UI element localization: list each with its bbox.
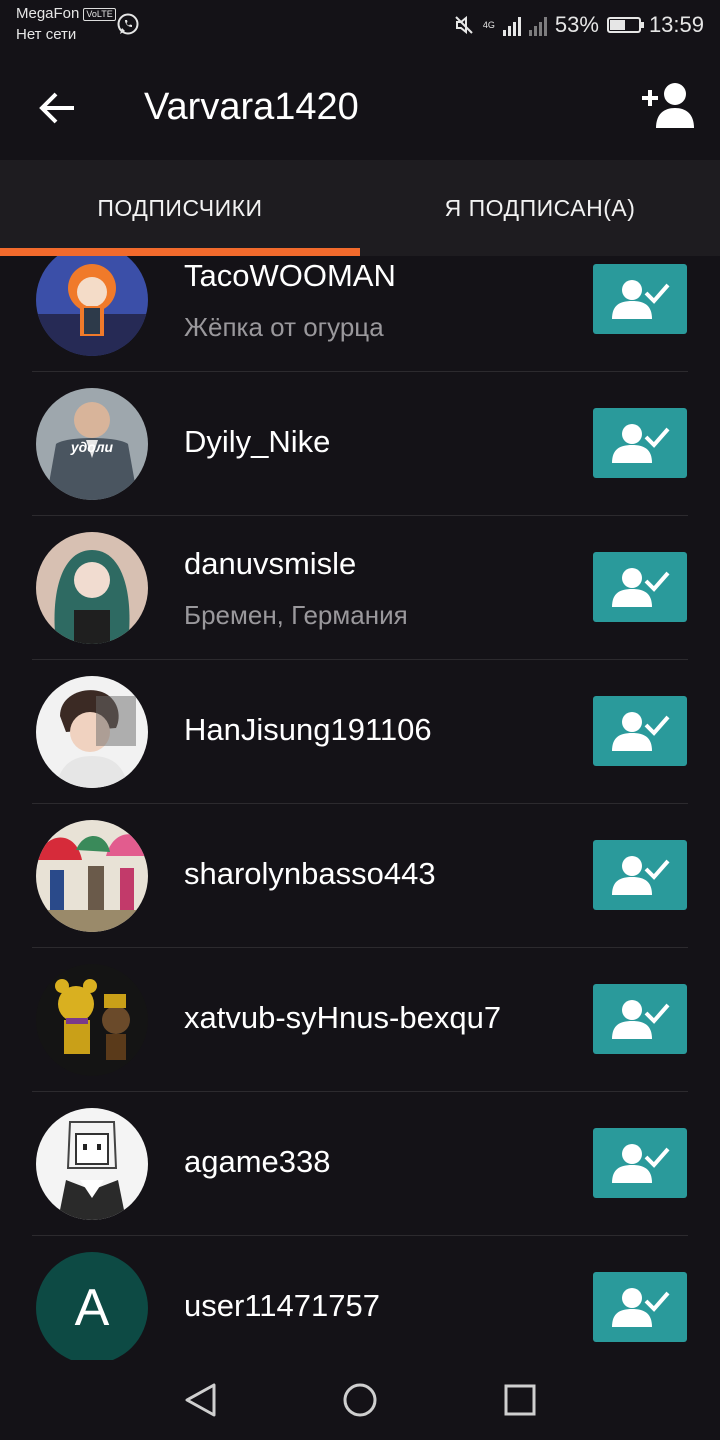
network-status: Нет сети: [16, 26, 77, 43]
following-button[interactable]: [593, 840, 687, 910]
username: Dyily_Nike: [184, 424, 331, 459]
username: agame338: [184, 1144, 331, 1179]
volte-badge: VoLTE: [83, 7, 116, 21]
user-check-icon: [612, 280, 670, 319]
avatar-image-anime-girl: [36, 256, 148, 356]
user-check-icon: [612, 568, 670, 607]
list-item[interactable]: TacoWOOMAN Жёпка от огурца: [0, 256, 720, 372]
active-tab-indicator: [0, 248, 360, 256]
list-item[interactable]: sharolynbasso443: [0, 804, 720, 948]
following-button[interactable]: [593, 264, 687, 334]
tab-following[interactable]: Я ПОДПИСАН(А): [360, 160, 720, 256]
clock: 13:59: [648, 12, 704, 37]
avatar: [36, 532, 148, 644]
list-item[interactable]: HanJisung191106: [0, 660, 720, 804]
tab-bar: ПОДПИСЧИКИ Я ПОДПИСАН(А): [0, 160, 720, 256]
username: danuvsmisle: [184, 546, 357, 581]
page-title: Varvara1420: [144, 86, 359, 128]
avatar: [36, 676, 148, 788]
username: xatvub-syHnus-bexqu7: [184, 1000, 502, 1035]
following-button[interactable]: [593, 408, 687, 478]
signal-1-icon: [502, 14, 521, 36]
list-item[interactable]: agame338: [0, 1092, 720, 1236]
avatar-image-sketch-character: [36, 1108, 148, 1220]
following-button[interactable]: [593, 552, 687, 622]
avatar: [36, 964, 148, 1076]
list-item[interactable]: xatvub-syHnus-bexqu7: [0, 948, 720, 1092]
user-subtitle: Бремен, Германия: [184, 600, 408, 630]
user-check-icon: [612, 1000, 670, 1039]
avatar-image-man-in-suit: удоли: [36, 388, 148, 500]
username: TacoWOOMAN: [184, 258, 396, 293]
user-check-icon: [612, 1144, 670, 1183]
net-type-label: 4G: [482, 19, 495, 30]
whatsapp-icon: [117, 13, 139, 35]
nav-recent-apps-icon[interactable]: [504, 1384, 536, 1416]
avatar: [36, 1108, 148, 1220]
avatar-caption: удоли: [70, 439, 114, 455]
status-bar: MegaFon VoLTE Нет сети 4G 53% 13:59: [0, 0, 720, 56]
user-check-icon: [612, 1288, 670, 1327]
list-item[interactable]: danuvsmisle Бремен, Германия: [0, 516, 720, 660]
mute-icon: [455, 15, 473, 35]
list-item[interactable]: удоли Dyily_Nike: [0, 372, 720, 516]
user-check-icon: [612, 424, 670, 463]
nav-back-icon[interactable]: [184, 1382, 218, 1418]
avatar-letter: A: [74, 1279, 110, 1337]
net-type-text: 4G: [482, 19, 495, 30]
user-subtitle: Жёпка от огурца: [184, 312, 384, 342]
user-check-icon: [612, 856, 670, 895]
avatar-image-girl-green-hair: [36, 532, 148, 644]
battery-percent: 53%: [554, 12, 599, 37]
app-bar: Varvara1420: [0, 56, 720, 160]
following-button[interactable]: [593, 1128, 687, 1198]
avatar-image-boy: [36, 676, 148, 788]
system-nav-bar: [0, 1360, 720, 1440]
user-check-icon: [612, 712, 670, 751]
back-arrow-icon[interactable]: [36, 86, 80, 130]
tab-followers[interactable]: ПОДПИСЧИКИ: [0, 160, 360, 256]
avatar: A: [36, 1252, 148, 1360]
username: HanJisung191106: [184, 712, 432, 747]
following-button[interactable]: [593, 696, 687, 766]
username: sharolynbasso443: [184, 856, 436, 891]
battery-icon: [606, 17, 644, 33]
following-button[interactable]: [593, 1272, 687, 1342]
nav-home-icon[interactable]: [342, 1382, 378, 1418]
add-user-icon[interactable]: [640, 80, 696, 130]
carrier-label: MegaFon: [16, 5, 80, 22]
signal-2-icon: [528, 14, 547, 36]
avatar: [36, 820, 148, 932]
followers-list: TacoWOOMAN Жёпка от огурца удоли Dyily_N…: [0, 256, 720, 1360]
carrier-name: MegaFon VoLTE: [16, 4, 116, 24]
avatar: [36, 256, 148, 356]
username: user11471757: [184, 1288, 380, 1323]
avatar-image-animatronic-bears: [36, 964, 148, 1076]
avatar-image-umbrellas: [36, 820, 148, 932]
list-item[interactable]: A user11471757: [0, 1236, 720, 1360]
avatar: удоли: [36, 388, 148, 500]
following-button[interactable]: [593, 984, 687, 1054]
